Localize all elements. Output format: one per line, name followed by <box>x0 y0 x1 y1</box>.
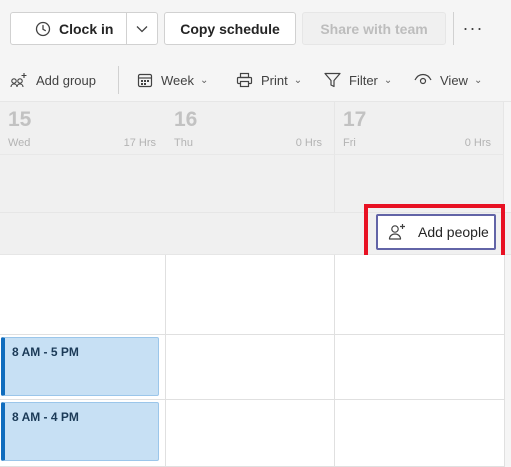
add-group-button[interactable]: Add group <box>10 69 96 91</box>
shift-time: 8 AM - 5 PM <box>12 345 79 359</box>
day-hours: 17 Hrs <box>123 137 156 149</box>
day-header-fri[interactable]: 17 Fri 0 Hrs <box>335 102 504 154</box>
filter-label: Filter <box>349 72 378 88</box>
copy-schedule-label: Copy schedule <box>180 20 280 37</box>
schedule-cell[interactable] <box>335 335 505 400</box>
shift-card[interactable]: 8 AM - 5 PM <box>1 337 159 396</box>
schedule-cell[interactable] <box>335 255 505 335</box>
open-shift-cell[interactable] <box>0 154 169 212</box>
add-people-label: Add people <box>418 224 489 240</box>
day-number: 17 <box>343 108 367 131</box>
share-with-team-label: Share with team <box>320 20 428 37</box>
day-hours: 0 Hrs <box>464 137 491 149</box>
schedule-cell[interactable] <box>166 400 335 467</box>
shift-card[interactable]: 8 AM - 4 PM <box>1 402 159 461</box>
add-group-icon <box>10 73 27 88</box>
schedule-cell[interactable] <box>335 400 505 467</box>
calendar-icon <box>137 73 153 88</box>
day-number: 15 <box>8 108 32 131</box>
day-hours: 0 Hrs <box>295 137 322 149</box>
copy-schedule-button[interactable]: Copy schedule <box>164 12 296 45</box>
printer-icon <box>236 72 253 88</box>
divider <box>453 12 454 45</box>
day-header-thu[interactable]: 16 Thu 0 Hrs <box>166 102 335 154</box>
print-dropdown[interactable]: Print ⌄ <box>236 69 302 91</box>
eye-icon <box>414 73 432 85</box>
clock-in-label: Clock in <box>59 20 114 37</box>
filter-dropdown[interactable]: Filter ⌄ <box>324 69 392 91</box>
add-people-button[interactable]: Add people <box>376 214 496 250</box>
action-bar: Clock in Copy schedule Share with team ·… <box>0 0 511 58</box>
schedule-cell[interactable] <box>166 255 335 335</box>
schedule-toolbar: Add group Week ⌄ Print ⌄ Filter ⌄ View ⌄ <box>0 58 511 102</box>
clock-in-split-button: Clock in <box>10 12 158 45</box>
chevron-down-icon: ⌄ <box>200 74 209 86</box>
day-header-wed[interactable]: 15 Wed 17 Hrs <box>0 102 169 154</box>
view-label: View <box>440 72 468 88</box>
clock-in-button[interactable]: Clock in <box>11 13 127 44</box>
day-number: 16 <box>174 108 198 131</box>
more-icon: ··· <box>462 17 484 38</box>
chevron-down-icon: ⌄ <box>383 74 393 86</box>
more-options-button[interactable]: ··· <box>460 14 486 42</box>
day-name: Fri <box>343 137 356 149</box>
week-label: Week <box>161 72 194 88</box>
clock-icon <box>35 21 51 36</box>
open-shift-cell[interactable] <box>166 154 335 212</box>
shift-time: 8 AM - 4 PM <box>12 410 79 424</box>
share-with-team-button[interactable]: Share with team <box>302 12 446 45</box>
day-name: Thu <box>174 137 193 149</box>
add-group-label: Add group <box>36 72 96 88</box>
view-dropdown[interactable]: View ⌄ <box>414 69 482 91</box>
chevron-down-icon: ⌄ <box>293 74 303 86</box>
day-name: Wed <box>8 137 31 149</box>
clock-in-dropdown[interactable] <box>127 13 157 44</box>
toolbar-divider <box>118 66 119 94</box>
chevron-down-icon: ⌄ <box>473 74 483 86</box>
schedule-cell[interactable] <box>166 335 335 400</box>
add-person-icon <box>388 224 405 240</box>
filter-icon <box>324 72 341 88</box>
print-label: Print <box>261 72 288 88</box>
schedule-cell[interactable] <box>0 255 166 335</box>
chevron-down-icon <box>136 25 148 32</box>
week-dropdown[interactable]: Week ⌄ <box>137 69 208 91</box>
